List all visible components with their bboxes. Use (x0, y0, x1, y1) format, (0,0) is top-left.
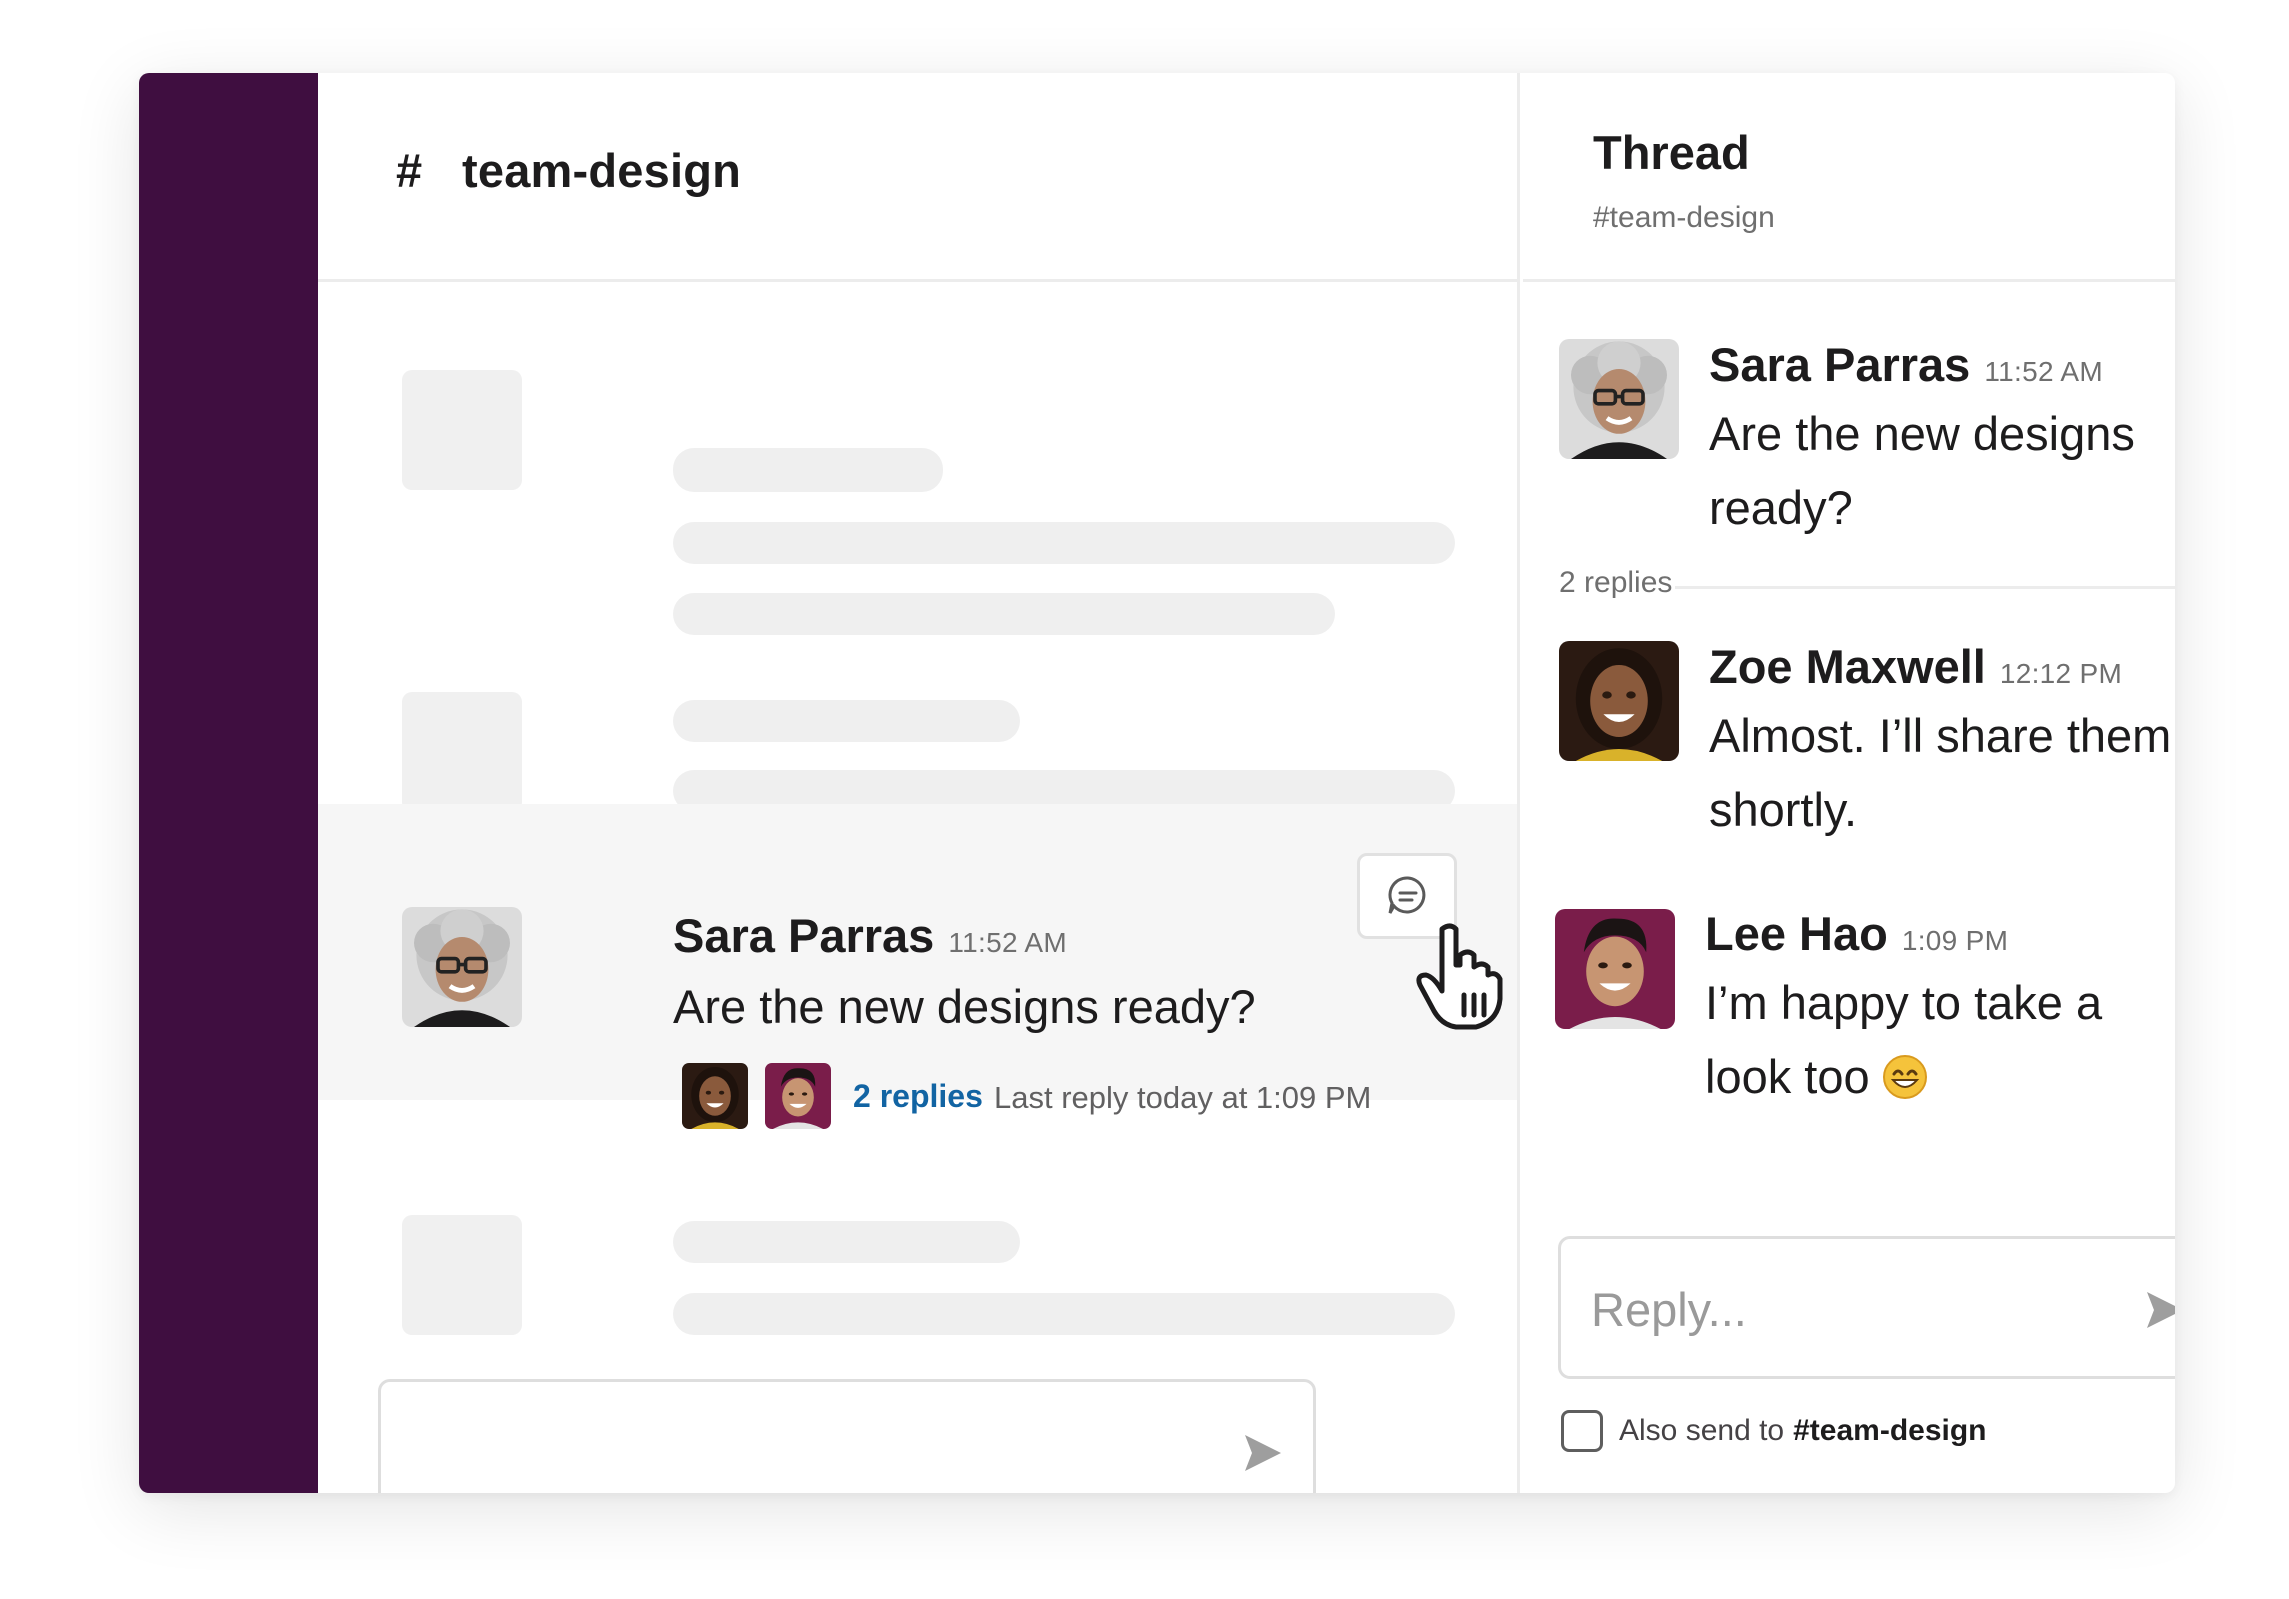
thread-author-name[interactable]: Zoe Maxwell (1709, 640, 1986, 693)
channel-header: # team-design (318, 73, 1517, 282)
reply-avatar-lee (765, 1063, 831, 1129)
also-send-label: Also send to (1619, 1414, 1785, 1447)
reply-input[interactable] (1591, 1279, 2111, 1339)
skeleton-line (673, 448, 943, 492)
thread-reply-box[interactable] (1558, 1236, 2175, 1379)
last-reply-text: Last reply today at 1:09 PM (994, 1080, 1372, 1115)
skeleton-avatar (402, 1215, 522, 1335)
avatar-zoe-maxwell[interactable] (1559, 641, 1679, 761)
hand-pointer-icon (1416, 923, 1503, 1030)
channel-pane: # team-design Sara Parras 11:52 AM Are th… (318, 73, 1520, 1493)
avatar-lee-hao[interactable] (1555, 909, 1675, 1029)
thread-message-line: Almost. I’ll share them (1709, 709, 2172, 762)
replies-count: 2 replies (1559, 566, 1673, 599)
thread-message-text: I’m happy to take a look too (1705, 966, 2102, 1114)
send-icon[interactable] (1239, 1429, 1287, 1477)
thread-message-text: Almost. I’ll share them shortly. (1709, 699, 2171, 847)
thread-timestamp[interactable]: 1:09 PM (1902, 925, 2008, 956)
thread-title: Thread (1593, 126, 1750, 179)
thread-message-line: shortly. (1709, 783, 1857, 836)
also-send-option[interactable]: Also send to #team-design (1561, 1410, 1987, 1452)
skeleton-line (673, 1293, 1455, 1335)
avatar-sara-parras[interactable] (402, 907, 522, 1027)
message-author-name[interactable]: Sara Parras (673, 909, 934, 962)
replies-divider (1675, 586, 2175, 589)
thread-message-line-with-emoji: look too (1705, 1040, 2102, 1114)
thread-message-line: look too (1705, 1050, 1870, 1103)
thread-message-author[interactable]: Zoe Maxwell 12:12 PM (1709, 639, 2122, 694)
workspace-sidebar (139, 73, 318, 1493)
thread-message-author[interactable]: Sara Parras 11:52 AM (1709, 337, 2103, 392)
thread-message-author[interactable]: Lee Hao 1:09 PM (1705, 906, 2008, 961)
avatar-sara-parras[interactable] (1559, 339, 1679, 459)
thread-author-name[interactable]: Sara Parras (1709, 338, 1970, 391)
message-author[interactable]: Sara Parras 11:52 AM (673, 908, 1067, 963)
thread-pane: Thread #team-design Sara Parras 11:52 AM … (1523, 73, 2175, 1493)
grinning-emoji-icon (1882, 1054, 1927, 1099)
app-window: # team-design Sara Parras 11:52 AM Are th… (139, 73, 2175, 1493)
skeleton-line (673, 593, 1335, 635)
hash-icon: # (396, 144, 423, 197)
replies-link[interactable]: 2 replies (853, 1078, 983, 1115)
reply-avatar-zoe (682, 1063, 748, 1129)
skeleton-avatar (402, 692, 522, 812)
skeleton-line (673, 522, 1455, 564)
thread-author-name[interactable]: Lee Hao (1705, 907, 1888, 960)
thread-header: Thread #team-design (1523, 73, 2175, 282)
also-send-channel: #team-design (1793, 1414, 1987, 1447)
skeleton-avatar (402, 370, 522, 490)
channel-name: team-design (462, 144, 742, 197)
message-timestamp[interactable]: 11:52 AM (948, 927, 1067, 958)
message-text: Are the new designs ready? (673, 980, 1256, 1033)
thread-message-line: ready? (1709, 481, 1853, 534)
reply-in-thread-icon (1388, 876, 1426, 914)
thread-message-text: Are the new designs ready? (1709, 397, 2135, 545)
thread-channel-link[interactable]: #team-design (1593, 201, 1775, 235)
thread-timestamp[interactable]: 11:52 AM (1984, 356, 2103, 387)
thread-message-line: I’m happy to take a (1705, 976, 2103, 1029)
send-icon[interactable] (2141, 1286, 2175, 1334)
skeleton-line (673, 1221, 1020, 1263)
channel-title[interactable]: # team-design (396, 143, 741, 198)
message-composer[interactable] (378, 1379, 1316, 1493)
skeleton-line (673, 700, 1020, 742)
thread-message-line: Are the new designs (1709, 407, 2135, 460)
also-send-checkbox[interactable] (1561, 1410, 1603, 1452)
thread-timestamp[interactable]: 12:12 PM (2000, 658, 2122, 689)
